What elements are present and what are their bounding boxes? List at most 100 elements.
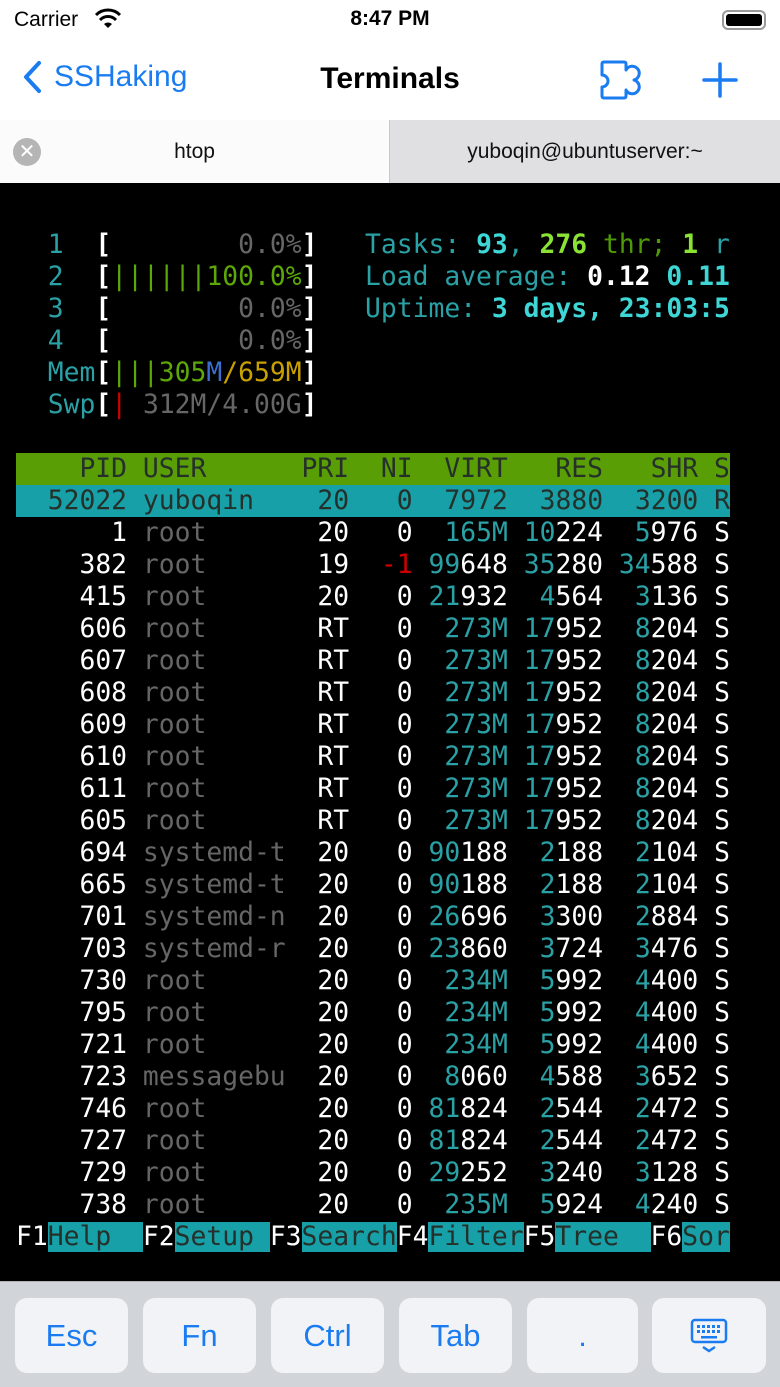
ctrl-key[interactable]: Ctrl xyxy=(271,1298,384,1373)
tab-shell[interactable]: yuboqin@ubuntuserver:~ xyxy=(389,120,780,183)
units-part: 588 xyxy=(650,550,699,580)
process-row[interactable]: 665 systemd-t 20 0 90188 2188 2104 S xyxy=(16,869,730,901)
user-cell: root xyxy=(142,1094,207,1124)
nice-cell: 0 xyxy=(396,1094,413,1124)
pid-cell: 611 xyxy=(79,774,128,804)
column-header-s: S xyxy=(714,454,730,484)
res-cell: 5924 xyxy=(540,1190,603,1220)
units-part: 976 xyxy=(650,518,699,548)
process-row[interactable]: 382 root 19 -1 99648 35280 34588 S xyxy=(16,549,730,581)
units-part: 648 xyxy=(460,550,508,580)
units-part: 696 xyxy=(460,902,508,932)
dot-key[interactable]: . xyxy=(527,1298,638,1373)
process-table-header[interactable]: PID USER PRI NI VIRT RES SHR S xyxy=(16,453,730,485)
process-row[interactable]: 694 systemd-t 20 0 90188 2188 2104 S xyxy=(16,837,730,869)
state-cell: S xyxy=(714,806,731,836)
thousands-part: 2 xyxy=(634,902,651,932)
esc-key[interactable]: Esc xyxy=(15,1298,128,1373)
thousands-part: 4 xyxy=(634,1030,651,1060)
shr-cell: 8204 xyxy=(635,742,698,772)
hide-keyboard-button[interactable] xyxy=(652,1298,766,1373)
process-row[interactable]: 607 root RT 0 273M 17952 8204 S xyxy=(16,645,730,677)
process-row[interactable]: 1 root 20 0 165M 10224 5976 S xyxy=(16,517,730,549)
navigation-bar: SSHaking Terminals xyxy=(0,40,780,120)
terminal-view[interactable]: 1 [ 0.0%] Tasks: 93, 276 thr; 1 r 2 [|||… xyxy=(0,183,780,1281)
process-row[interactable]: 730 root 20 0 234M 5992 4400 S xyxy=(16,965,730,997)
nice-cell: 0 xyxy=(396,1158,413,1188)
shr-cell: 2884 xyxy=(635,902,698,932)
function-key-label[interactable]: Search xyxy=(301,1222,397,1252)
shr-cell: 5976 xyxy=(635,518,698,548)
process-row[interactable]: 610 root RT 0 273M 17952 8204 S xyxy=(16,741,730,773)
units-part: 300 xyxy=(555,902,604,932)
back-button[interactable]: SSHaking xyxy=(22,60,187,94)
process-row[interactable]: 609 root RT 0 273M 17952 8204 S xyxy=(16,709,730,741)
units-part: 472 xyxy=(650,1094,699,1124)
thousands-part: 4 xyxy=(634,1190,651,1220)
shr-cell: 3476 xyxy=(635,934,698,964)
tab-key[interactable]: Tab xyxy=(399,1298,512,1373)
process-row[interactable]: 738 root 20 0 235M 5924 4240 S xyxy=(16,1189,730,1221)
process-row[interactable]: 727 root 20 0 81824 2544 2472 S xyxy=(16,1125,730,1157)
plus-icon[interactable] xyxy=(702,62,738,98)
process-row[interactable]: 605 root RT 0 273M 17952 8204 S xyxy=(16,805,730,837)
process-row-selected[interactable]: 52022 yuboqin 20 0 7972 3880 3200 R xyxy=(16,485,730,517)
close-tab-icon[interactable]: ✕ xyxy=(13,138,41,166)
value-part: 273M xyxy=(444,710,508,740)
process-row[interactable]: 723 messagebu 20 0 8060 4588 3652 S xyxy=(16,1061,730,1093)
units-part: 588 xyxy=(555,1062,604,1092)
user-cell: root xyxy=(142,806,207,836)
function-key-label[interactable]: Sor xyxy=(682,1222,730,1252)
units-part: 824 xyxy=(460,1094,508,1124)
thousands-part: 2 xyxy=(539,1126,556,1156)
nice-cell: 0 xyxy=(396,806,413,836)
shr-cell: 8204 xyxy=(635,774,698,804)
virt-cell: 26696 xyxy=(429,902,508,932)
function-key-label[interactable]: Tree xyxy=(555,1222,651,1252)
column-header-shr: SHR xyxy=(618,454,699,484)
nice-cell: 0 xyxy=(396,1126,413,1156)
priority-cell: 20 xyxy=(317,998,350,1028)
user-cell: root xyxy=(142,774,207,804)
thousands-part: 2 xyxy=(634,838,651,868)
res-cell: 4564 xyxy=(540,582,603,612)
nice-cell: 0 xyxy=(396,614,413,644)
state-cell: S xyxy=(714,518,731,548)
process-row[interactable]: 721 root 20 0 234M 5992 4400 S xyxy=(16,1029,730,1061)
process-row[interactable]: 746 root 20 0 81824 2544 2472 S xyxy=(16,1093,730,1125)
process-row[interactable]: 606 root RT 0 273M 17952 8204 S xyxy=(16,613,730,645)
process-row[interactable]: 729 root 20 0 29252 3240 3128 S xyxy=(16,1157,730,1189)
function-key-label[interactable]: Filter xyxy=(428,1222,524,1252)
puzzle-icon[interactable] xyxy=(598,60,650,100)
units-part: 992 xyxy=(555,966,604,996)
function-key-label[interactable]: Help xyxy=(47,1222,143,1252)
pid-cell: 415 xyxy=(79,582,128,612)
units-part: 188 xyxy=(555,838,604,868)
process-row[interactable]: 703 systemd-r 20 0 23860 3724 3476 S xyxy=(16,933,730,965)
virt-cell: 21932 xyxy=(429,582,508,612)
res-cell: 3300 xyxy=(540,902,603,932)
pid-cell: 721 xyxy=(79,1030,128,1060)
tab-htop[interactable]: ✕ htop xyxy=(0,120,389,183)
priority-cell: 20 xyxy=(317,934,350,964)
thousands-part: 7 xyxy=(444,486,461,516)
process-row[interactable]: 701 systemd-n 20 0 26696 3300 2884 S xyxy=(16,901,730,933)
process-row[interactable]: 795 root 20 0 234M 5992 4400 S xyxy=(16,997,730,1029)
fn-key[interactable]: Fn xyxy=(143,1298,256,1373)
shr-cell: 3136 xyxy=(635,582,698,612)
user-cell: root xyxy=(142,646,207,676)
units-part: 824 xyxy=(460,1126,508,1156)
virt-cell: 273M xyxy=(444,742,507,772)
priority-cell: 20 xyxy=(317,1190,350,1220)
process-row[interactable]: 608 root RT 0 273M 17952 8204 S xyxy=(16,677,730,709)
virt-cell: 7972 xyxy=(444,486,507,516)
process-row[interactable]: 611 root RT 0 273M 17952 8204 S xyxy=(16,773,730,805)
shr-cell: 8204 xyxy=(635,678,698,708)
status-bar: Carrier 8:47 PM xyxy=(0,0,780,40)
user-cell: root xyxy=(142,518,207,548)
user-cell: messagebu xyxy=(142,1062,286,1092)
function-key-label[interactable]: Setup xyxy=(174,1222,270,1252)
nice-cell: 0 xyxy=(396,742,413,772)
process-row[interactable]: 415 root 20 0 21932 4564 3136 S xyxy=(16,581,730,613)
virt-cell: 234M xyxy=(444,998,507,1028)
